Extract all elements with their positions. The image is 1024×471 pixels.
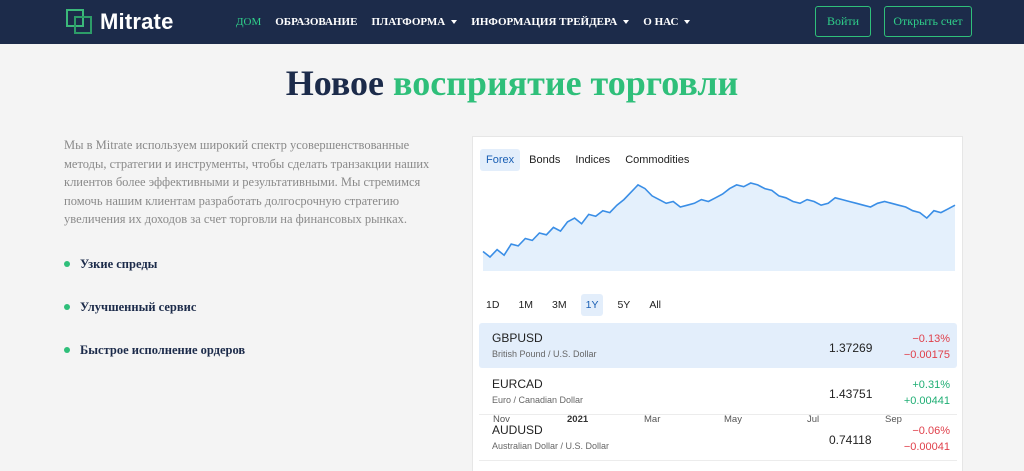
chevron-down-icon [623, 20, 630, 24]
quote-row-eurcad[interactable]: EURCAD Euro / Canadian Dollar 1.43751 +0… [479, 369, 957, 415]
price-chart[interactable] [481, 177, 957, 271]
quote-price: 1.43751 [829, 387, 873, 401]
login-button[interactable]: Войти [815, 6, 871, 37]
range-3m[interactable]: 3M [547, 294, 572, 316]
range-all[interactable]: All [644, 294, 666, 316]
quote-row-gbpusd[interactable]: GBPUSD British Pound / U.S. Dollar 1.372… [479, 323, 957, 368]
quote-price: 0.74118 [829, 433, 872, 447]
range-5y[interactable]: 5Y [612, 294, 635, 316]
quote-change-pct: −0.06% [912, 425, 950, 437]
tab-bonds[interactable]: Bonds [523, 149, 566, 171]
page-title: Новое восприятие торговли [0, 62, 1024, 104]
quote-symbol: AUDUSD [492, 423, 543, 437]
quote-symbol: EURCAD [492, 377, 543, 391]
bullet-dot-icon [64, 347, 70, 353]
nav-item-trader-info[interactable]: ИНФОРМАЦИЯ ТРЕЙДЕРА [471, 16, 630, 28]
market-tabs: Forex Bonds Indices Commodities [480, 149, 698, 171]
logo-mark-icon [66, 9, 94, 35]
market-widget: Forex Bonds Indices Commodities Nov 2021… [472, 136, 963, 471]
brand-name: Mitrate [100, 9, 174, 34]
quote-change-abs: +0.00441 [903, 395, 950, 407]
nav-item-about[interactable]: О НАС [643, 16, 691, 28]
nav-item-platform[interactable]: ПЛАТФОРМА [371, 16, 458, 28]
brand-logo[interactable]: Mitrate [66, 7, 174, 37]
list-item: Улучшенный сервис [64, 299, 245, 315]
quote-change-abs: −0.00041 [903, 441, 950, 453]
feature-label: Улучшенный сервис [80, 299, 197, 314]
top-navbar: Mitrate ДОМ ОБРАЗОВАНИЕ ПЛАТФОРМА ИНФОРМ… [0, 0, 1024, 44]
chevron-down-icon [684, 20, 691, 24]
quote-symbol: GBPUSD [492, 331, 543, 345]
nav-item-home[interactable]: ДОМ [236, 16, 261, 28]
tab-forex[interactable]: Forex [480, 149, 521, 171]
intro-paragraph: Мы в Mitrate используем широкий спектр у… [64, 138, 430, 226]
quote-change-abs: −0.00175 [903, 349, 950, 361]
feature-list: Узкие спреды Улучшенный сервис Быстрое и… [64, 256, 245, 385]
bullet-dot-icon [64, 261, 70, 267]
open-account-button[interactable]: Открыть счет [884, 6, 972, 37]
feature-label: Узкие спреды [80, 256, 158, 271]
nav-item-label: ПЛАТФОРМА [371, 16, 446, 28]
tab-indices[interactable]: Indices [569, 149, 616, 171]
quote-list: GBPUSD British Pound / U.S. Dollar 1.372… [479, 323, 957, 461]
range-1y[interactable]: 1Y [580, 294, 604, 316]
quote-name: British Pound / U.S. Dollar [492, 349, 597, 359]
quote-name: Australian Dollar / U.S. Dollar [492, 441, 610, 451]
nav-item-label: ДОМ [236, 16, 262, 28]
quote-name: Euro / Canadian Dollar [492, 395, 584, 405]
quote-change-pct: +0.31% [912, 379, 950, 391]
main-nav: ДОМ ОБРАЗОВАНИЕ ПЛАТФОРМА ИНФОРМАЦИЯ ТРЕ… [236, 0, 704, 44]
list-item: Быстрое исполнение ордеров [64, 342, 245, 358]
quote-price: 1.37269 [829, 341, 873, 355]
title-green-part: восприятие торговли [393, 63, 739, 103]
list-item: Узкие спреды [64, 256, 245, 272]
bullet-dot-icon [64, 304, 70, 310]
nav-item-label: О НАС [643, 16, 679, 28]
title-dark-part: Новое [285, 63, 384, 103]
range-1m[interactable]: 1M [513, 294, 538, 316]
tab-commodities[interactable]: Commodities [619, 149, 695, 171]
nav-item-education[interactable]: ОБРАЗОВАНИЕ [275, 16, 357, 28]
time-range-selector: 1D 1M 3M 1Y 5Y All [481, 294, 675, 316]
nav-item-label: ОБРАЗОВАНИЕ [275, 16, 358, 28]
nav-item-label: ИНФОРМАЦИЯ ТРЕЙДЕРА [471, 16, 618, 28]
quote-row-audusd[interactable]: AUDUSD Australian Dollar / U.S. Dollar 0… [479, 415, 957, 461]
chevron-down-icon [451, 20, 458, 24]
quote-change-pct: −0.13% [912, 333, 950, 345]
feature-label: Быстрое исполнение ордеров [80, 342, 246, 357]
range-1d[interactable]: 1D [481, 294, 504, 316]
